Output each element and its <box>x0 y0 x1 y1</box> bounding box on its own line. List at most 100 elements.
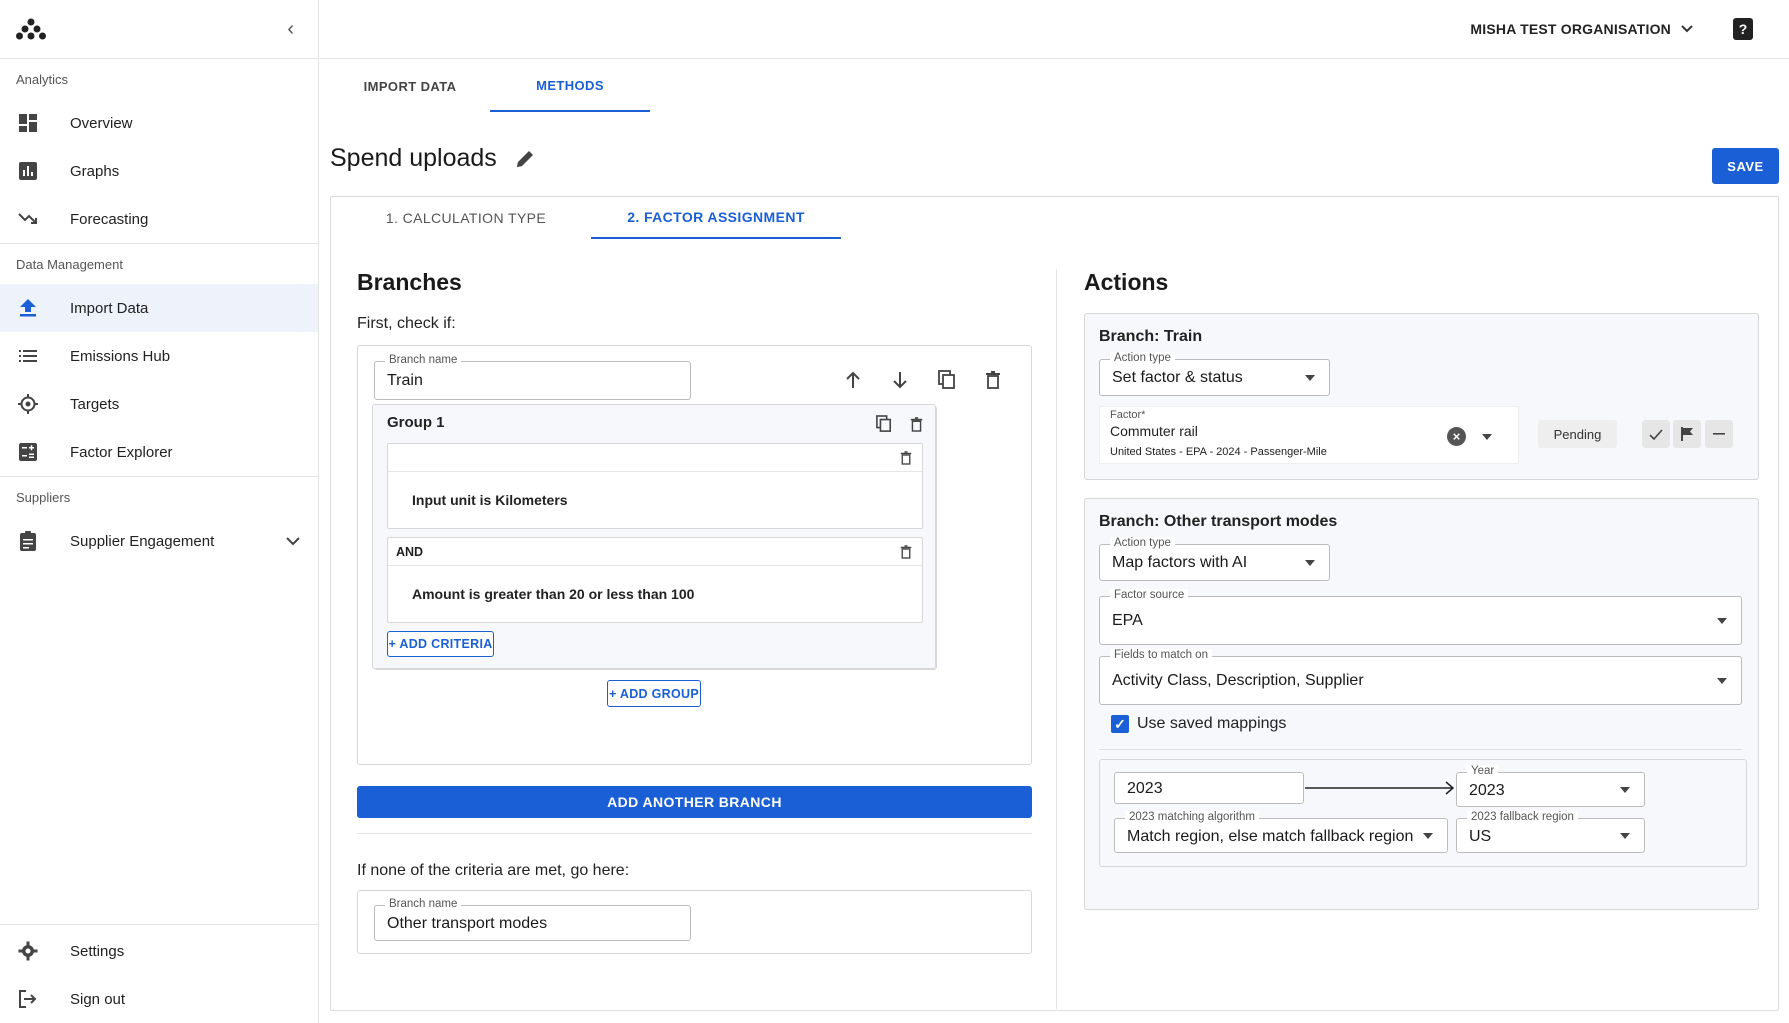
edit-pencil-icon[interactable] <box>515 149 535 169</box>
action-type-select[interactable]: Action type Set factor & status <box>1099 352 1330 396</box>
sidebar-item-import-data[interactable]: Import Data <box>0 284 318 332</box>
sidebar-item-emissions-hub[interactable]: Emissions Hub <box>0 332 318 380</box>
branch-name-field[interactable]: Branch name Train <box>374 354 691 400</box>
fallback-branch-field[interactable]: Branch name Other transport modes <box>374 898 691 941</box>
flag-icon <box>1681 427 1693 441</box>
sidebar-item-label: Sign out <box>70 990 126 1008</box>
sidebar-item-settings[interactable]: Settings <box>0 927 318 975</box>
approve-button[interactable] <box>1642 420 1670 448</box>
dropdown-arrow-icon <box>1717 677 1727 684</box>
group-title: Group 1 <box>387 414 445 431</box>
input-year-field[interactable]: 2023 <box>1114 772 1304 804</box>
collapse-sidebar-icon[interactable]: ‹ <box>287 18 294 41</box>
dropdown-arrow-icon[interactable] <box>1482 434 1492 440</box>
trash-icon <box>910 416 922 432</box>
sidebar-item-supplier-engagement[interactable]: Supplier Engagement <box>0 517 318 565</box>
trash-icon <box>986 371 1000 389</box>
input-year-value: 2023 <box>1127 780 1163 797</box>
sidebar-item-forecasting[interactable]: Forecasting <box>0 195 318 243</box>
trash-icon <box>900 545 912 559</box>
year-value: 2023 <box>1469 782 1505 799</box>
chevron-down-icon <box>1681 25 1693 33</box>
org-selector[interactable]: MISHA TEST ORGANISATION <box>1470 21 1693 37</box>
action-panel-train: Branch: Train Action type Set factor & s… <box>1084 313 1759 480</box>
action-branch-title: Branch: Train <box>1099 328 1203 345</box>
chevron-down-icon[interactable] <box>286 533 300 550</box>
year-select[interactable]: Year 2023 <box>1456 765 1645 807</box>
sidebar-item-label: Emissions Hub <box>70 347 171 365</box>
fallback-branch-panel: Branch name Other transport modes <box>357 890 1032 954</box>
first-check-label: First, check if: <box>357 315 456 332</box>
sidebar-item-targets[interactable]: Targets <box>0 380 318 428</box>
gear-icon <box>18 941 38 961</box>
sidebar-item-overview[interactable]: Overview <box>0 99 318 147</box>
action-type-select[interactable]: Action type Map factors with AI <box>1099 537 1330 581</box>
page-title-text: Spend uploads <box>330 144 497 172</box>
fallback-region-value: US <box>1469 828 1492 845</box>
action-branch-title: Branch: Other transport modes <box>1099 513 1338 530</box>
criteria-card-1: Input unit is Kilometers <box>387 443 923 529</box>
add-criteria-button[interactable]: + ADD CRITERIA <box>387 631 494 657</box>
factor-source-select[interactable]: Factor source EPA <box>1099 589 1742 645</box>
actions-heading: Actions <box>1084 269 1169 295</box>
tab-factor-assignment[interactable]: 2. FACTOR ASSIGNMENT <box>591 197 841 239</box>
matching-algorithm-label: 2023 matching algorithm <box>1125 811 1259 823</box>
dropdown-arrow-icon <box>1620 786 1630 793</box>
fields-to-match-select[interactable]: Fields to match on Activity Class, Descr… <box>1099 649 1742 705</box>
criteria-operator: AND <box>396 544 424 559</box>
year-mapping-panel: 2023 Year 2023 2023 matching algorithm M… <box>1099 759 1747 867</box>
factor-select[interactable]: Factor* Commuter rail United States - EP… <box>1099 406 1519 464</box>
delete-criteria-button[interactable] <box>898 544 914 560</box>
add-group-button[interactable]: + ADD GROUP <box>607 680 701 707</box>
fallback-branch-value: Other transport modes <box>387 915 548 932</box>
criteria-text[interactable]: Amount is greater than 20 or less than 1… <box>388 566 922 622</box>
save-button[interactable]: SAVE <box>1712 148 1779 184</box>
action-type-label: Action type <box>1110 352 1175 364</box>
tab-import-data[interactable]: IMPORT DATA <box>330 60 490 112</box>
branch-name-value: Train <box>387 372 423 389</box>
help-icon[interactable]: ? <box>1733 18 1753 40</box>
tab-methods[interactable]: METHODS <box>490 60 650 112</box>
sidebar-item-graphs[interactable]: Graphs <box>0 147 318 195</box>
dropdown-arrow-icon <box>1423 832 1433 839</box>
fallback-region-select[interactable]: 2023 fallback region US <box>1456 811 1645 853</box>
delete-group-button[interactable] <box>905 413 927 435</box>
sidebar-item-label: Targets <box>70 395 120 413</box>
sidebar-item-factor-explorer[interactable]: Factor Explorer <box>0 428 318 476</box>
clear-icon[interactable]: × <box>1447 427 1466 446</box>
logo-icon <box>16 18 46 40</box>
branches-heading: Branches <box>357 269 462 295</box>
tab-calculation-type[interactable]: 1. CALCULATION TYPE <box>341 197 591 239</box>
use-saved-mappings-checkbox[interactable]: ✓ <box>1111 715 1129 733</box>
method-card: 1. CALCULATION TYPE 2. FACTOR ASSIGNMENT… <box>330 196 1779 1011</box>
duplicate-branch-button[interactable] <box>935 368 959 392</box>
matching-algorithm-select[interactable]: 2023 matching algorithm Match region, el… <box>1114 811 1448 853</box>
status-badge: Pending <box>1538 420 1617 448</box>
delete-criteria-button[interactable] <box>898 450 914 466</box>
arrow-up-icon <box>846 371 860 388</box>
action-type-value: Map factors with AI <box>1112 554 1248 571</box>
list-icon <box>18 346 38 366</box>
page-title: Spend uploads <box>330 144 535 173</box>
top-tabs: IMPORT DATA METHODS <box>330 60 650 112</box>
use-saved-mappings-label: Use saved mappings <box>1137 715 1287 732</box>
branch-name-label: Branch name <box>385 354 462 366</box>
group-1: Group 1 Input unit is Kilometers AND Amo… <box>372 404 936 669</box>
sidebar-item-label: Overview <box>70 114 133 132</box>
sidebar-item-label: Settings <box>70 942 125 960</box>
sidebar-item-label: Factor Explorer <box>70 443 173 461</box>
move-up-button[interactable] <box>841 368 865 392</box>
sidebar-item-sign-out[interactable]: Sign out <box>0 975 318 1023</box>
move-down-button[interactable] <box>888 368 912 392</box>
add-another-branch-button[interactable]: ADD ANOTHER BRANCH <box>357 786 1032 818</box>
flag-button[interactable] <box>1673 420 1701 448</box>
sidebar-item-label: Forecasting <box>70 210 149 228</box>
bar-chart-icon <box>18 161 38 181</box>
skip-button[interactable] <box>1705 420 1733 448</box>
criteria-text[interactable]: Input unit is Kilometers <box>388 472 922 528</box>
fields-to-match-label: Fields to match on <box>1110 649 1212 661</box>
delete-branch-button[interactable] <box>981 368 1005 392</box>
clipboard-icon <box>18 531 38 551</box>
action-type-label: Action type <box>1110 537 1175 549</box>
duplicate-group-button[interactable] <box>873 413 895 435</box>
